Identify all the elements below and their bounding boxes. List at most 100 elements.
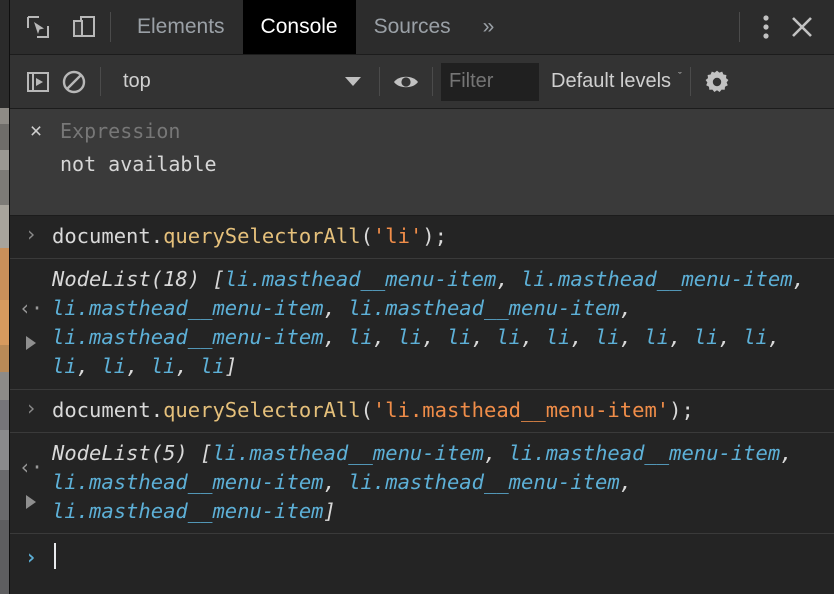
code-token: ,: [792, 267, 818, 292]
tab-sources[interactable]: Sources: [356, 0, 469, 54]
execution-context-selector[interactable]: top: [109, 63, 371, 101]
close-glyph: [792, 17, 812, 37]
underlying-page-sliver: [0, 0, 9, 594]
toolbar-divider-3: [432, 67, 433, 96]
devtools-panel: Elements Console Sources » top Filter De…: [10, 0, 834, 594]
code-token: li: [644, 325, 670, 350]
live-expression-pane: × Expression not available: [10, 109, 834, 216]
code-token: ,: [323, 296, 349, 321]
expand-triangle-icon[interactable]: [26, 336, 36, 351]
tab-console[interactable]: Console: [242, 0, 356, 54]
code-token: ,: [422, 325, 447, 350]
code-token: li: [397, 325, 423, 350]
code-token: li: [446, 325, 472, 350]
code-token: li.masthead__menu-item: [348, 296, 620, 321]
code-token: li.masthead__menu-item: [52, 296, 324, 321]
code-token: );: [422, 224, 447, 248]
code-token: li: [496, 325, 522, 350]
code-token: li.masthead__menu-item: [212, 440, 484, 465]
create-live-expression-icon[interactable]: [388, 64, 424, 100]
console-input-gutter: ›: [10, 222, 52, 251]
code-token: ,: [669, 325, 694, 350]
code-token: );: [669, 397, 694, 422]
code-token: li: [545, 325, 571, 350]
tab-elements[interactable]: Elements: [119, 0, 243, 54]
toolbar-divider-4: [689, 67, 691, 96]
expand-triangle-icon[interactable]: [26, 495, 36, 510]
live-expression-header: × Expression: [10, 119, 834, 143]
console-output-gutter: ‹·: [10, 265, 52, 381]
more-options-icon[interactable]: [748, 9, 784, 45]
device-toolbar-icon[interactable]: [66, 9, 102, 45]
sidebar-toggle-glyph: [27, 71, 49, 92]
code-token: ,: [619, 325, 645, 350]
console-prompt-row[interactable]: ›: [10, 534, 834, 578]
live-expression-placeholder[interactable]: Expression: [60, 119, 180, 143]
tab-overflow-button[interactable]: »: [469, 0, 509, 54]
code-token: ,: [323, 469, 349, 494]
code-token: ,: [619, 296, 645, 321]
code-token: li.masthead__menu-item: [521, 267, 793, 292]
code-token: 'li.masthead__menu-item': [372, 397, 670, 422]
console-input-entry: › document.querySelectorAll('li');: [10, 216, 834, 260]
code-token: li.masthead__menu-item: [224, 267, 497, 292]
console-input-entry: › document.querySelectorAll('li.masthead_…: [10, 390, 834, 433]
console-output-entry: ‹· NodeList(5) [li.masthead__menu-item, l…: [10, 433, 834, 534]
code-token: ,: [126, 354, 151, 379]
code-token: li.masthead__menu-item: [508, 440, 781, 465]
execution-context-label: top: [123, 70, 151, 92]
live-expression-remove-button[interactable]: ×: [24, 121, 48, 142]
code-token: li: [200, 354, 225, 379]
code-token: ,: [767, 325, 793, 350]
code-token: ,: [718, 325, 744, 350]
tabbar-left-icons: [10, 0, 102, 54]
console-message-list[interactable]: › document.querySelectorAll('li'); ‹· NodeL…: [10, 216, 834, 594]
code-token: querySelectorAll: [163, 224, 361, 248]
tabbar-spacer: [508, 0, 731, 54]
inspect-element-glyph: [27, 16, 49, 38]
filter-input[interactable]: [441, 62, 539, 101]
text-cursor: [54, 542, 56, 569]
console-toolbar: top Default levels ˇ: [10, 55, 834, 109]
code-token: ,: [471, 325, 497, 350]
eye-glyph: [394, 76, 418, 87]
console-output-marker-icon: ‹·: [18, 296, 44, 321]
code-token: ,: [76, 354, 102, 379]
clear-console-icon[interactable]: [56, 64, 92, 100]
code-token: ]: [323, 498, 336, 523]
log-levels-label: Default levels: [551, 70, 672, 92]
settings-gear-icon[interactable]: [699, 64, 735, 100]
live-expression-value: not available: [60, 152, 217, 176]
code-token: (: [360, 397, 373, 422]
console-input-marker-icon: ›: [24, 222, 38, 246]
code-token: document.: [52, 224, 164, 248]
code-token: 'li': [372, 224, 423, 248]
code-token: li: [743, 325, 768, 350]
clear-console-glyph: [62, 70, 86, 93]
code-token: ,: [175, 354, 201, 379]
code-token: li: [150, 354, 176, 379]
device-toolbar-glyph: [73, 16, 95, 37]
console-command-text: document.querySelectorAll('li');: [52, 222, 461, 251]
code-token: ,: [323, 325, 349, 350]
code-token: NodeList(18) [: [52, 267, 225, 292]
tabbar-right-icons: [748, 0, 834, 54]
console-input-gutter: ›: [10, 396, 52, 425]
kebab-glyph: [763, 15, 769, 39]
code-token: ,: [372, 325, 398, 350]
devtools-tabs: Elements Console Sources »: [119, 0, 508, 54]
gear-glyph: [705, 70, 729, 92]
code-token: li.masthead__menu-item: [348, 469, 620, 494]
console-prompt-gutter: ›: [10, 545, 52, 567]
inspect-element-icon[interactable]: [20, 9, 56, 45]
code-token: li: [348, 325, 373, 350]
log-levels-dropdown[interactable]: Default levels ˇ: [551, 70, 682, 93]
close-icon[interactable]: [784, 9, 820, 45]
console-prompt-marker-icon: ›: [24, 544, 38, 569]
code-token: li: [52, 354, 77, 379]
code-token: ,: [619, 469, 645, 494]
code-token: ,: [496, 267, 522, 292]
console-sidebar-icon[interactable]: [20, 64, 56, 100]
console-output-marker-icon: ‹·: [18, 455, 44, 480]
console-output-gutter: ‹·: [10, 439, 52, 526]
